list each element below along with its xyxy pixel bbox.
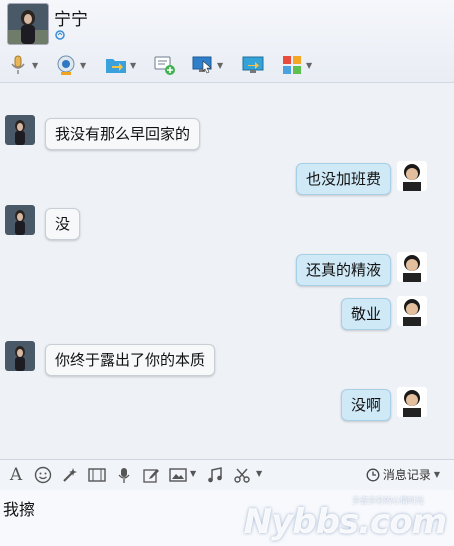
screen-share-icon [241,53,265,77]
message-history-label: 消息记录 [382,468,431,482]
chevron-down-icon[interactable]: ▼ [190,469,196,478]
message-bubble: 没啊 [340,389,391,421]
message-bubble: 敬业 [340,298,391,330]
message-bubble: 还真的精液 [295,254,391,286]
remote-assist-button[interactable]: ▼ [191,52,223,78]
remote-assist-icon [191,53,215,77]
watermark-logo: Nybbs.com [243,502,447,542]
video-clip-icon[interactable] [87,465,107,485]
create-discussion-button[interactable] [153,52,177,78]
chevron-down-icon[interactable]: ▼ [32,61,38,70]
contact-message-avatar[interactable] [5,341,35,371]
font-icon[interactable]: A [6,465,26,485]
contact-message-avatar[interactable] [5,115,35,145]
contact-avatar[interactable] [7,3,49,45]
online-status-icon [55,30,65,43]
self-message-avatar[interactable] [397,387,427,417]
message-bubble: 也没加班费 [295,163,391,195]
send-file-icon [104,53,128,77]
message-input[interactable]: 我擦 多姿多彩的心情时光 Nybbs.com [0,490,454,546]
video-call-button[interactable]: ▼ [54,52,86,78]
self-message-avatar[interactable] [397,296,427,326]
message-bubble: 你终于露出了你的本质 [45,344,216,376]
message-bubble: 我没有那么早回家的 [45,118,201,150]
screen-share-button[interactable] [241,52,265,78]
chat-header: 宁宁 ▼ ▼ ▼ ▼ ▼ [0,0,454,83]
send-file-button[interactable]: ▼ [104,52,136,78]
add-message-icon [153,53,177,77]
magic-icon[interactable] [60,465,80,485]
music-icon[interactable] [205,465,225,485]
contact-message-avatar[interactable] [5,205,35,235]
voice-call-button[interactable]: ▼ [6,52,38,78]
screenshot-icon[interactable] [232,465,252,485]
webcam-icon [54,53,78,77]
input-toolbar: A ▼ ▼ 消息记录 ▼ [0,459,454,490]
app-center-button[interactable]: ▼ [280,52,312,78]
self-message-avatar[interactable] [397,161,427,191]
chevron-down-icon[interactable]: ▼ [256,469,262,478]
chevron-down-icon: ▼ [433,470,440,479]
self-message-avatar[interactable] [397,252,427,282]
message-bubble: 没 [45,208,81,240]
voice-icon[interactable] [114,465,134,485]
chevron-down-icon[interactable]: ▼ [217,61,223,70]
chevron-down-icon[interactable]: ▼ [80,61,86,70]
edit-icon[interactable] [141,465,161,485]
contact-name[interactable]: 宁宁 [54,5,88,30]
app-grid-icon [280,53,304,77]
clock-icon [366,468,380,481]
message-input-text[interactable]: 我擦 [3,496,35,520]
message-list[interactable]: 我没有那么早回家的 也没加班费 没 还真的精液 敬业 你终于露出了你的本质 没啊 [0,83,454,458]
emoji-icon[interactable] [33,465,53,485]
chevron-down-icon[interactable]: ▼ [306,61,312,70]
microphone-icon [6,53,30,77]
message-history-button[interactable]: 消息记录 ▼ [366,466,440,483]
image-icon[interactable] [168,465,188,485]
chevron-down-icon[interactable]: ▼ [130,61,136,70]
